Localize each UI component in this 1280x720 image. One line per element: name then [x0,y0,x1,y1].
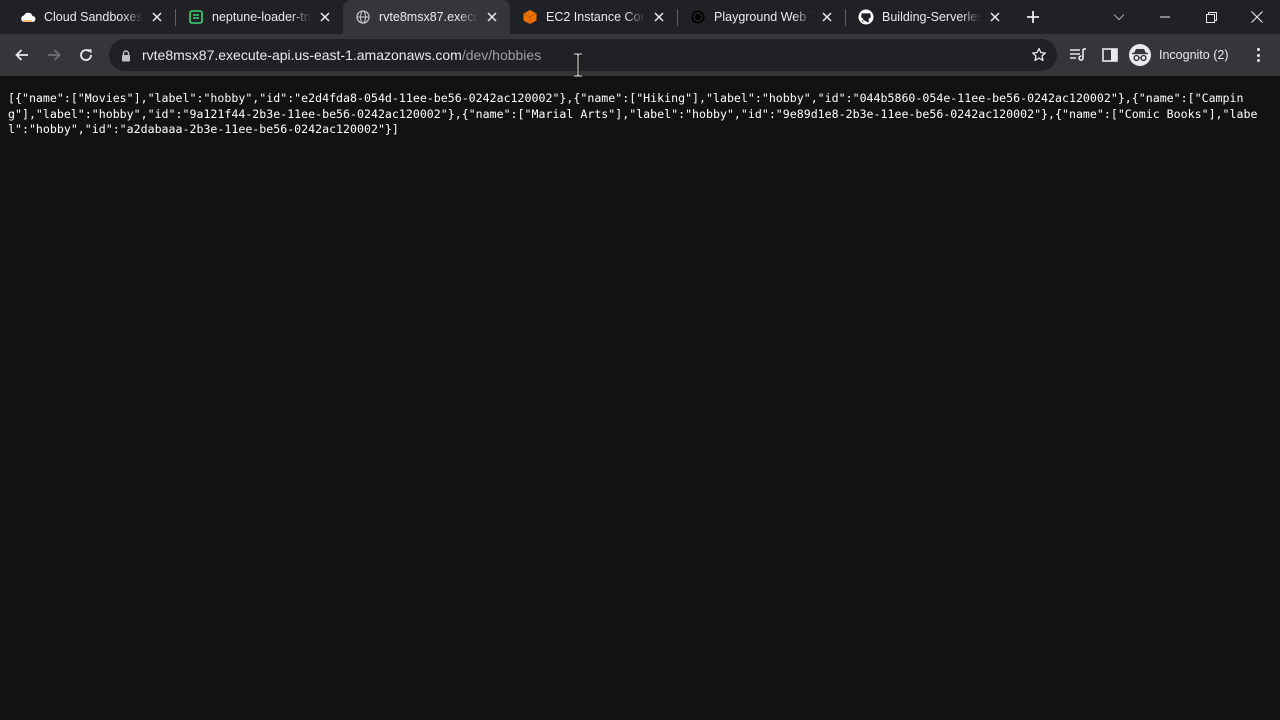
minimize-icon [1160,16,1170,18]
plus-icon [1027,11,1039,23]
back-button[interactable] [9,42,35,68]
profile-button[interactable]: Incognito (2) [1129,42,1228,68]
menu-dot-icon [1256,59,1260,62]
side-panel-button[interactable] [1101,46,1119,64]
restore-icon [1205,11,1217,23]
chevron-down-icon [1113,14,1125,21]
document-icon [188,9,204,25]
address-bar[interactable]: rvte8msx87.execute-api.us-east-1.amazona… [109,39,1057,71]
close-icon[interactable] [317,9,333,25]
tab-title: rvte8msx87.execute-api.us-east-1 [379,10,478,24]
cloud-icon [20,9,36,25]
reload-icon [80,49,92,61]
close-icon[interactable] [651,9,667,25]
url-host: rvte8msx87.execute-api.us-east-1.amazona… [142,47,462,63]
arrow-left-icon [15,49,28,61]
url-path: /dev/hobbies [461,47,542,63]
close-icon[interactable] [987,9,1003,25]
reload-button[interactable] [73,42,99,68]
tab-title: Building-Serverless [882,10,981,24]
json-response-body: [{"name":["Movies"],"label":"hobby","id"… [8,91,1258,137]
menu-dot-icon [1256,53,1260,57]
url-text[interactable]: rvte8msx87.execute-api.us-east-1.amazona… [142,47,541,63]
browser-toolbar: rvte8msx87.execute-api.us-east-1.amazona… [0,34,1280,76]
tab-building-serverless[interactable]: Building-Serverless [846,0,1013,34]
side-panel-icon [1102,48,1118,62]
tab-ec2-instance-connect[interactable]: EC2 Instance Connect [510,0,677,34]
arrow-right-icon [48,49,61,61]
tab-search-button[interactable] [1096,0,1142,34]
page-content: [{"name":["Movies"],"label":"hobby","id"… [0,76,1280,720]
restore-button[interactable] [1188,0,1234,34]
tab-strip: Cloud Sandboxes - neptune-loader-tnt rvt… [0,0,1280,34]
forward-button[interactable] [41,42,67,68]
media-queue-icon [1070,48,1086,61]
aws-cube-icon [522,9,538,25]
tab-title: Playground Web Terminal [714,10,813,24]
globe-icon [355,9,371,25]
tab-playground-web-terminal[interactable]: Playground Web Terminal [678,0,845,34]
browser-menu-button[interactable] [1249,46,1267,64]
lock-icon[interactable] [121,49,131,67]
menu-dot-icon [1256,48,1260,51]
window-close-button[interactable] [1234,0,1280,34]
tab-title: EC2 Instance Connect [546,10,645,24]
close-icon[interactable] [149,9,165,25]
profile-label: Incognito (2) [1159,48,1229,62]
bookmark-star-icon[interactable] [1031,47,1047,68]
tab-title: neptune-loader-tnt [212,10,311,24]
reading-list-button[interactable] [1069,46,1087,64]
incognito-icon [1129,44,1151,66]
github-icon [858,9,874,25]
close-icon [1251,11,1263,23]
tab-title: Cloud Sandboxes - [44,10,143,24]
playground-icon [690,9,706,25]
minimize-button[interactable] [1142,0,1188,34]
tab-cloud-sandboxes[interactable]: Cloud Sandboxes - [8,0,175,34]
tab-neptune-loader[interactable]: neptune-loader-tnt [176,0,343,34]
tab-hobbies-api[interactable]: rvte8msx87.execute-api.us-east-1 [343,0,510,34]
close-icon[interactable] [484,9,500,25]
close-icon[interactable] [819,9,835,25]
new-tab-button[interactable] [1023,7,1043,27]
text-cursor-icon [574,53,582,77]
